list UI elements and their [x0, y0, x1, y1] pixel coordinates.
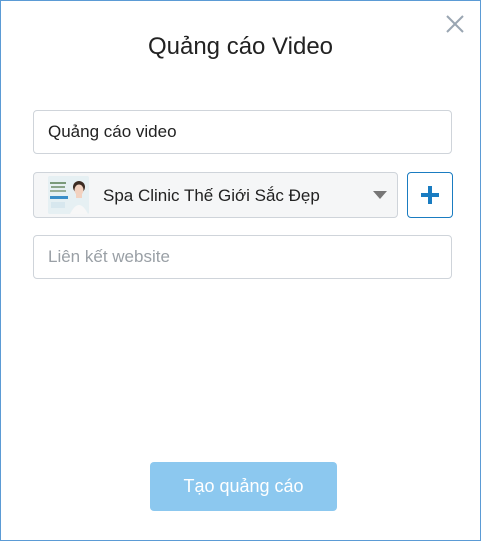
page-select-label: Spa Clinic Thế Giới Sắc Đẹp	[103, 186, 320, 205]
website-link-field[interactable]	[33, 235, 452, 279]
website-link-input[interactable]	[34, 236, 451, 278]
dialog-title: Quảng cáo Video	[147, 33, 334, 60]
plus-icon	[421, 186, 439, 204]
close-button[interactable]	[444, 13, 466, 35]
ad-name-input[interactable]	[34, 111, 451, 153]
create-ad-button[interactable]: Tạo quảng cáo	[150, 462, 337, 511]
page-select-dropdown[interactable]: Spa Clinic Thế Giới Sắc Đẹp	[33, 172, 398, 218]
add-page-button[interactable]	[407, 172, 453, 218]
page-thumbnail	[48, 176, 89, 214]
create-video-ad-dialog: Quảng cáo Video Spa Clinic Thế Giới Sắc …	[0, 0, 481, 541]
ad-name-field[interactable]	[33, 110, 452, 154]
page-thumbnail-image	[48, 176, 89, 214]
close-icon	[446, 15, 464, 33]
chevron-down-icon	[373, 191, 387, 199]
